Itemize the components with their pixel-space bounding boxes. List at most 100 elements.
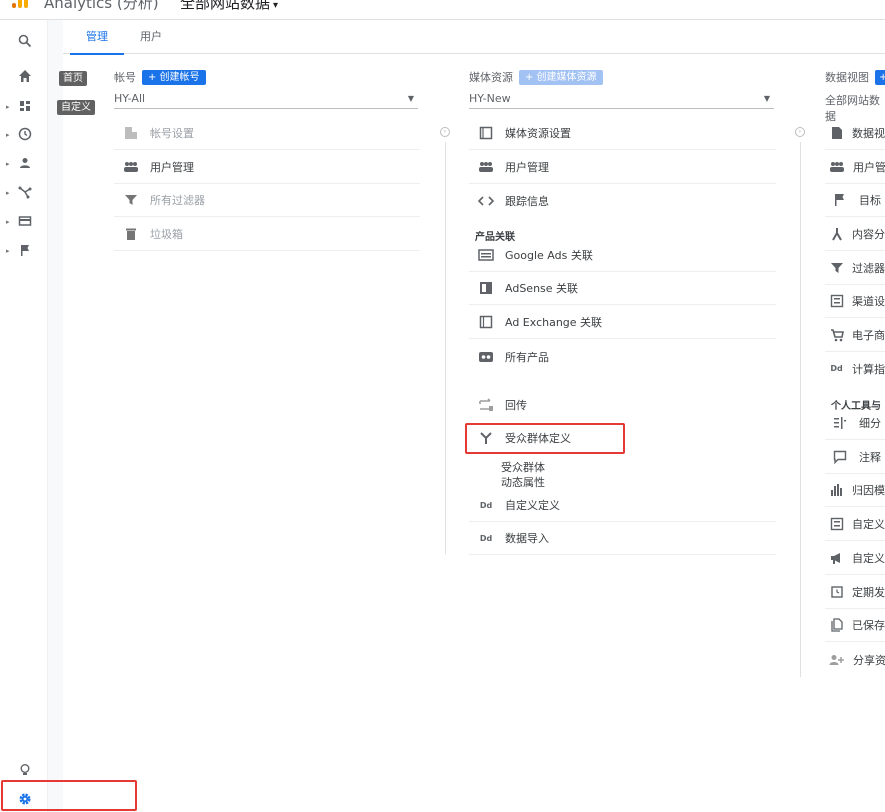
all-products-item[interactable]: 所有产品 (469, 340, 776, 373)
all-filters-item[interactable]: 所有过滤器 (114, 184, 420, 217)
expand-arrow-icon: ▸ (6, 218, 10, 226)
ad-exchange-linking-item[interactable]: Ad Exchange 关联 (469, 306, 776, 339)
person-add-icon (829, 654, 845, 666)
scheduled-emails-item[interactable]: 定期发 (825, 576, 885, 609)
flag-icon (21, 245, 29, 256)
top-bar: Analytics (分析) 全部网站数据 ▾ (0, 0, 885, 20)
create-view-button[interactable]: + (875, 69, 885, 85)
property-selector[interactable]: 全部网站数据 ▾ (180, 0, 278, 13)
property-selector-dropdown[interactable]: HY-New ▼ (469, 91, 774, 109)
account-settings-item[interactable]: 帐号设置 (114, 117, 420, 150)
alarm-clock-icon (829, 585, 844, 599)
trash-label: 垃圾箱 (150, 228, 183, 241)
tracking-info-item[interactable]: 跟踪信息 (469, 184, 776, 217)
flag-icon (829, 193, 851, 207)
customization-tooltip: 自定义 (57, 100, 95, 115)
comment-icon (829, 450, 851, 464)
adsense-linking-item[interactable]: AdSense 关联 (469, 272, 776, 305)
channel-settings-item[interactable]: 渠道设 (825, 285, 885, 318)
left-nav-rail: ▸ ▸ ▸ ▸ ▸ ▸ (0, 20, 48, 812)
custom-channel-item[interactable]: 自定义 (825, 508, 885, 541)
dynamic-attributes-subitem[interactable]: 动态属性 (501, 474, 545, 490)
property-settings-label: 媒体资源设置 (505, 127, 571, 140)
all-products-label: 所有产品 (505, 350, 549, 364)
search-button[interactable] (0, 30, 48, 54)
postbacks-item[interactable]: 回传 (469, 388, 776, 421)
create-property-button[interactable]: + 创建媒体资源 (519, 69, 603, 85)
acquisition-nav[interactable]: ▸ (0, 181, 48, 205)
copy-icon (829, 618, 844, 632)
dropdown-arrow-icon: ▼ (407, 94, 414, 103)
saved-reports-label: 已保存 (852, 619, 885, 632)
view-label: 数据视图 (825, 71, 869, 84)
view-user-mgmt-label: 用户管 (853, 161, 885, 174)
behavior-icon (18, 216, 32, 226)
account-selector[interactable]: HY-All ▼ (114, 91, 418, 109)
account-column-header: 帐号 + 创建帐号 (114, 69, 206, 85)
calculated-metrics-item[interactable]: Dd 计算指 (825, 352, 885, 385)
share-assets-label: 分享资 (853, 653, 885, 667)
trash-item[interactable]: 垃圾箱 (114, 218, 420, 251)
home-tooltip: 首页 (59, 71, 87, 86)
behavior-nav[interactable]: ▸ (0, 210, 48, 234)
audiences-subitem[interactable]: 受众群体 (501, 459, 545, 475)
filter-icon (829, 262, 844, 274)
google-ads-linking-label: Google Ads 关联 (505, 249, 593, 262)
annotations-item[interactable]: 注释 (825, 441, 885, 474)
conversions-nav[interactable]: ▸ (0, 239, 48, 263)
view-filters-item[interactable]: 过滤器 (825, 252, 885, 285)
account-selected: HY-All (114, 92, 146, 105)
custom-channel-label: 自定义 (852, 518, 885, 531)
realtime-nav[interactable]: ▸ (0, 123, 48, 147)
content-grouping-label: 内容分 (852, 228, 885, 241)
share-assets-item[interactable]: 分享资 (825, 643, 885, 676)
scheduled-emails-label: 定期发 (852, 586, 885, 599)
segments-item[interactable]: 细分 (825, 407, 885, 440)
custom-alerts-item[interactable]: 自定义 (825, 542, 885, 575)
expand-arrow-icon: ▸ (6, 160, 10, 168)
property-title: 全部网站数据 (180, 0, 271, 12)
view-selector[interactable]: 全部网站数据 (825, 91, 885, 123)
data-import-item[interactable]: Dd 数据导入 (469, 522, 776, 555)
home-nav[interactable] (0, 65, 48, 89)
arrow-right-icon: › (795, 127, 805, 137)
segments-label: 细分 (859, 417, 881, 430)
audience-nav[interactable]: ▸ (0, 152, 48, 176)
column-divider (800, 142, 801, 677)
calculated-metrics-label: 计算指 (852, 362, 885, 376)
saved-reports-item[interactable]: 已保存 (825, 609, 885, 642)
square-icon (475, 126, 497, 140)
segments-icon (829, 417, 851, 429)
dashboard-icon (20, 101, 30, 111)
google-ads-linking-item[interactable]: Google Ads 关联 (469, 239, 776, 272)
analytics-logo[interactable] (12, 0, 32, 8)
view-settings-item[interactable]: 数据视 (825, 117, 885, 150)
rail-gutter (48, 20, 63, 812)
attribution-models-item[interactable]: 归因模 (825, 474, 885, 507)
dd-icon: Dd (479, 533, 493, 543)
ads-icon (475, 249, 497, 261)
view-column-header: 数据视图 + (825, 69, 885, 85)
caret-down-icon: ▾ (273, 0, 279, 11)
create-account-button[interactable]: + 创建帐号 (142, 69, 206, 85)
property-settings-item[interactable]: 媒体资源设置 (469, 117, 776, 150)
adsense-icon (475, 281, 497, 295)
dd-icon: Dd (830, 364, 843, 373)
custom-definitions-item[interactable]: Dd 自定义定义 (469, 489, 776, 522)
attribution-models-label: 归因模 (852, 484, 885, 497)
tab-user[interactable]: 用户 (136, 20, 166, 54)
channel-icon (829, 294, 844, 308)
account-user-mgmt-item[interactable]: 用户管理 (114, 151, 420, 184)
document-icon (829, 126, 844, 140)
postbacks-label: 回传 (505, 398, 527, 412)
ecommerce-settings-item[interactable]: 电子商 (825, 319, 885, 352)
postback-icon (475, 397, 497, 412)
content-grouping-item[interactable]: 内容分 (825, 218, 885, 251)
expand-arrow-icon: ▸ (6, 131, 10, 139)
goals-item[interactable]: 目标 (825, 184, 885, 217)
tracking-info-label: 跟踪信息 (505, 194, 549, 208)
tab-admin[interactable]: 管理 (70, 20, 124, 55)
view-user-mgmt-item[interactable]: 用户管 (825, 151, 885, 184)
property-user-mgmt-item[interactable]: 用户管理 (469, 151, 776, 184)
customization-nav[interactable]: ▸ (0, 95, 48, 119)
